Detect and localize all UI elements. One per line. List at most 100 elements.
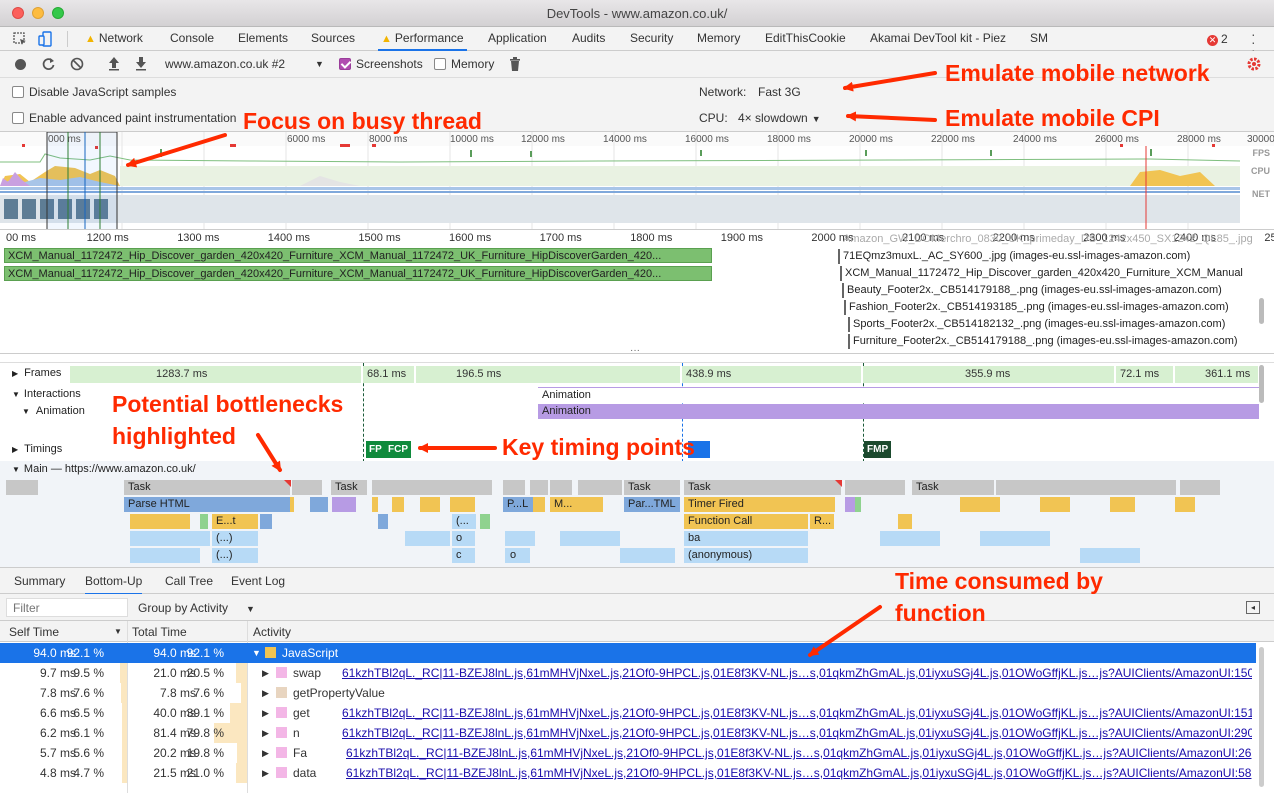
network-request-bar[interactable]: XCM_Manual_1172472_Hip_Discover_garden_4… bbox=[4, 266, 712, 281]
animation-bar[interactable]: Animation bbox=[538, 387, 1259, 402]
frame-bar[interactable]: 361.1 ms bbox=[1175, 366, 1259, 383]
disable-js-samples-checkbox[interactable]: Disable JavaScript samples bbox=[12, 85, 176, 99]
network-request-bar[interactable]: Sports_Footer2x._CB514182132_.png (image… bbox=[848, 317, 1260, 332]
parse-html-block[interactable]: P...L bbox=[503, 497, 533, 512]
source-link[interactable]: 61kzhTBl2qL._RC|11-BZEJ8lnL.js,61mMHVjNx… bbox=[342, 706, 1252, 720]
checkbox-icon[interactable] bbox=[434, 58, 446, 70]
tab-console[interactable]: Console bbox=[170, 27, 214, 51]
scrollbar-thumb[interactable] bbox=[1259, 647, 1264, 787]
clear-icon[interactable] bbox=[70, 57, 84, 71]
network-request-bar[interactable]: 71EQmz3muxL._AC_SY600_.jpg (images-eu.ss… bbox=[838, 249, 1258, 264]
tab-call-tree[interactable]: Call Tree bbox=[165, 574, 213, 588]
expand-right-icon[interactable]: ▶ bbox=[262, 728, 269, 739]
tab-event-log[interactable]: Event Log bbox=[231, 574, 285, 588]
inspect-element-icon[interactable] bbox=[12, 31, 28, 47]
table-row[interactable]: 9.7 ms 9.5 % 21.0 ms 20.5 % ▶ swap 61kzhTBl2qL… bbox=[0, 663, 1256, 683]
tab-network[interactable]: ▲ Network bbox=[85, 27, 143, 51]
fmp-marker[interactable]: FMP bbox=[864, 441, 892, 458]
advanced-paint-checkbox[interactable]: Enable advanced paint instrumentation bbox=[12, 111, 236, 125]
function-block[interactable]: o bbox=[452, 531, 472, 546]
function-block[interactable]: ba bbox=[684, 531, 808, 546]
expand-right-icon[interactable]: ▶ bbox=[262, 748, 269, 759]
expand-right-icon[interactable]: ▶ bbox=[262, 688, 269, 699]
network-request-bar[interactable]: XCM_Manual_1172472_Hip_Discover_garden_4… bbox=[840, 266, 1260, 281]
function-block[interactable]: c bbox=[452, 548, 472, 563]
resize-handle-icon[interactable]: ··· bbox=[630, 346, 640, 354]
chevron-down-icon[interactable]: ▼ bbox=[315, 59, 324, 69]
parse-html-block[interactable]: Par...TML bbox=[624, 497, 680, 512]
table-row[interactable]: 4.8 ms 4.7 % 21.5 ms 21.0 % ▶ data 61kzhTBl2qL… bbox=[0, 763, 1256, 783]
network-request-bar[interactable]: Beauty_Footer2x._CB514179188_.png (image… bbox=[842, 283, 1260, 298]
tab-elements[interactable]: Elements bbox=[238, 27, 288, 51]
filter-input[interactable] bbox=[6, 598, 128, 617]
close-window-button[interactable] bbox=[12, 7, 24, 19]
device-toolbar-icon[interactable] bbox=[38, 31, 54, 47]
tab-akamai-devtool-kit[interactable]: Akamai DevTool kit - Piez bbox=[870, 27, 1006, 51]
frame-bar[interactable]: 68.1 ms bbox=[363, 366, 415, 383]
expand-right-icon[interactable]: ▶ bbox=[262, 668, 269, 679]
save-profile-icon[interactable] bbox=[134, 56, 148, 71]
expand-down-icon[interactable]: ▼ bbox=[252, 648, 261, 658]
fp-marker[interactable]: FP bbox=[366, 441, 385, 458]
frame-bar[interactable]: 196.5 ms bbox=[416, 366, 681, 383]
frame-bar[interactable]: 438.9 ms bbox=[682, 366, 862, 383]
network-request-bar[interactable]: Amazon_GW_DOMerchro_0830_UK_primeday_DS_… bbox=[840, 232, 1260, 247]
evaluate-script-block[interactable]: E...t bbox=[212, 514, 258, 529]
tab-editthiscookie[interactable]: EditThisCookie bbox=[765, 27, 846, 51]
tab-performance[interactable]: ▲ Performance bbox=[378, 27, 467, 51]
fcp-marker[interactable]: FCP bbox=[385, 441, 411, 458]
frame-bar[interactable]: 72.1 ms bbox=[1116, 366, 1174, 383]
settings-gear-icon[interactable] bbox=[1246, 56, 1262, 72]
frames-track-label[interactable]: ▶ Frames bbox=[12, 367, 61, 379]
frame-bar[interactable]: 355.9 ms bbox=[863, 366, 1115, 383]
checkbox-icon[interactable] bbox=[12, 112, 24, 124]
source-link[interactable]: 61kzhTBl2qL._RC|11-BZEJ8lnL.js,61mMHVjNx… bbox=[342, 666, 1252, 680]
reload-record-icon[interactable] bbox=[41, 57, 56, 72]
source-link[interactable]: 61kzhTBl2qL._RC|11-BZEJ8lnL.js,61mMHVjNx… bbox=[346, 746, 1252, 760]
load-profile-icon[interactable] bbox=[107, 56, 121, 71]
tab-bottom-up[interactable]: Bottom-Up bbox=[85, 574, 143, 595]
total-time-header[interactable]: Total Time bbox=[132, 625, 187, 639]
source-link[interactable]: 61kzhTBl2qL._RC|11-BZEJ8lnL.js,61mMHVjNx… bbox=[346, 766, 1252, 780]
checkbox-checked-icon[interactable] bbox=[339, 58, 351, 70]
tab-summary[interactable]: Summary bbox=[14, 574, 65, 588]
tab-sources[interactable]: Sources bbox=[311, 27, 355, 51]
function-block[interactable]: (anonymous) bbox=[684, 548, 808, 563]
tab-audits[interactable]: Audits bbox=[572, 27, 605, 51]
zoom-window-button[interactable] bbox=[52, 7, 64, 19]
activity-header[interactable]: Activity bbox=[253, 625, 291, 639]
timings-track-label[interactable]: ▶ Timings bbox=[12, 443, 62, 455]
group-by-select[interactable]: Group by Activity ▼ bbox=[138, 601, 255, 615]
network-waterfall[interactable]: 00 ms 1200 ms 1300 ms 1400 ms 1500 ms 1600 ms… bbox=[0, 230, 1274, 354]
checkbox-icon[interactable] bbox=[12, 86, 24, 98]
network-request-bar[interactable]: Fashion_Footer2x._CB514193185_.png (imag… bbox=[844, 300, 1260, 315]
tab-application[interactable]: Application bbox=[488, 27, 547, 51]
expand-right-icon[interactable]: ▶ bbox=[262, 768, 269, 779]
network-request-bar[interactable]: Furniture_Footer2x._CB514179188_.png (im… bbox=[848, 334, 1260, 349]
scrollbar-thumb[interactable] bbox=[1259, 365, 1264, 403]
network-throttle-select[interactable]: Fast 3G bbox=[758, 85, 801, 99]
function-call-block[interactable]: Function Call bbox=[684, 514, 808, 529]
network-request-bar[interactable]: XCM_Manual_1172472_Hip_Discover_garden_4… bbox=[4, 248, 712, 263]
table-row[interactable]: 7.8 ms 7.6 % 7.8 ms 7.6 % ▶ getPropertyValue bbox=[0, 683, 1256, 703]
timer-fired-block[interactable]: Timer Fired bbox=[684, 497, 835, 512]
minimize-window-button[interactable] bbox=[32, 7, 44, 19]
function-block[interactable]: (...) bbox=[212, 531, 258, 546]
function-block[interactable]: o bbox=[506, 548, 530, 563]
expand-right-icon[interactable]: ▶ bbox=[262, 708, 269, 719]
toggle-sidebar-icon[interactable]: ◂ bbox=[1246, 601, 1260, 614]
profile-select[interactable]: www.amazon.co.uk #2 bbox=[165, 57, 285, 71]
table-row[interactable]: 5.7 ms 5.6 % 20.2 ms 19.8 % ▶ Fa 61kzhTBl2qL._… bbox=[0, 743, 1256, 763]
frame-bar[interactable]: 1283.7 ms bbox=[70, 366, 362, 383]
parse-html-block[interactable]: Parse HTML bbox=[124, 497, 290, 512]
timeline-overview[interactable]: 000 ms 6000 ms 8000 ms 10000 ms 12000 ms 1400… bbox=[0, 132, 1274, 230]
function-call-block[interactable]: R... bbox=[810, 514, 834, 529]
self-time-header[interactable]: Self Time bbox=[9, 625, 59, 639]
scrollbar-thumb[interactable] bbox=[1259, 298, 1264, 324]
memory-checkbox[interactable]: Memory bbox=[434, 57, 494, 71]
error-count-badge[interactable]: ✕ 2 bbox=[1207, 32, 1228, 46]
source-link[interactable]: 61kzhTBl2qL._RC|11-BZEJ8lnL.js,61mMHVjNx… bbox=[342, 726, 1252, 740]
script-block[interactable]: M... bbox=[550, 497, 578, 512]
record-icon[interactable] bbox=[15, 59, 26, 70]
tab-security[interactable]: Security bbox=[630, 27, 673, 51]
